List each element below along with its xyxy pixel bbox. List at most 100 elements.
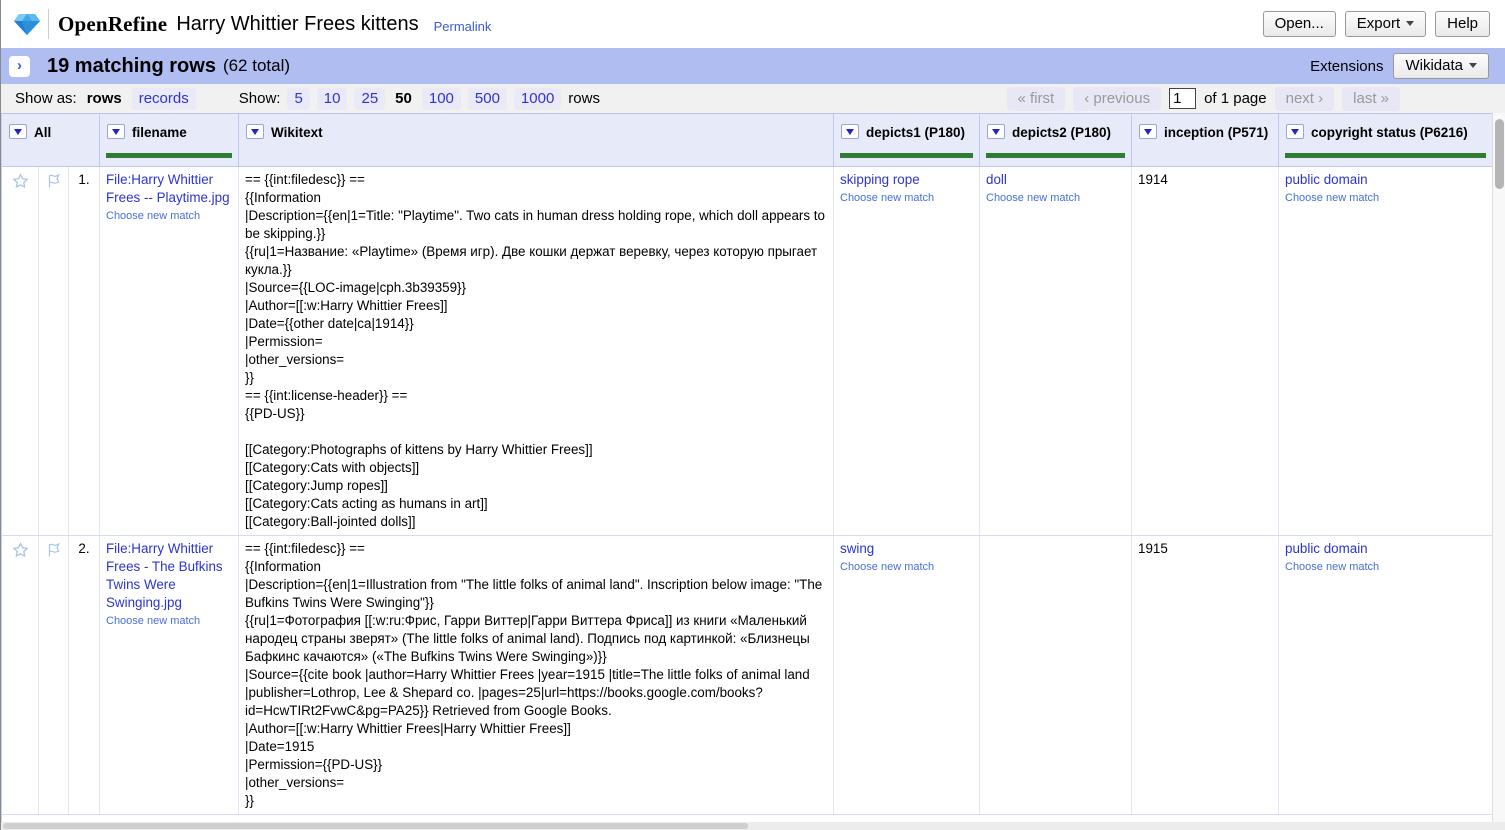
show-as-label: Show as:	[15, 90, 77, 107]
copyright-status-cell: public domain Choose new match	[1279, 536, 1492, 814]
star-icon[interactable]	[12, 173, 29, 194]
summary-bar: › 19 matching rows (62 total) Extensions…	[1, 48, 1505, 84]
vertical-scrollbar[interactable]	[1492, 113, 1505, 822]
choose-new-match-link[interactable]: Choose new match	[986, 191, 1125, 205]
total-rows-count: (62 total)	[223, 56, 290, 76]
depicts2-cell	[980, 536, 1132, 814]
choose-new-match-link[interactable]: Choose new match	[106, 209, 232, 223]
dropdown-caret-icon	[14, 129, 22, 135]
star-cell	[2, 536, 39, 814]
column-menu-button[interactable]	[107, 124, 125, 139]
page-number-input[interactable]	[1169, 88, 1196, 109]
next-page-button[interactable]: next ›	[1275, 87, 1335, 111]
project-title: Harry Whittier Frees kittens	[176, 13, 418, 36]
export-button[interactable]: Export	[1345, 11, 1426, 37]
column-header-inception: inception (P571)	[1132, 114, 1279, 167]
matched-value-link[interactable]: File:Harry Whittier Frees -- Playtime.jp…	[106, 171, 232, 207]
horizontal-scrollbar[interactable]	[1, 822, 1505, 830]
show-as-rows-selected: rows	[84, 88, 125, 110]
collapse-panel-button[interactable]: ›	[9, 56, 30, 77]
show-as-records-link[interactable]: records	[132, 88, 196, 110]
column-menu-button[interactable]	[1286, 124, 1304, 139]
wikitext-value: == {{int:filedesc}} == {{Information |De…	[245, 171, 827, 531]
help-button[interactable]: Help	[1435, 11, 1490, 37]
permalink-link[interactable]: Permalink	[434, 19, 492, 34]
page-count-label: of 1 page	[1204, 90, 1267, 107]
column-header-all: All	[2, 114, 100, 167]
matched-value-link[interactable]: public domain	[1285, 540, 1486, 558]
pagination: « first ‹ previous of 1 page next › last…	[1007, 87, 1400, 111]
reconciliation-progress-bar	[1285, 153, 1486, 158]
dropdown-caret-icon	[992, 129, 1000, 135]
last-page-button[interactable]: last »	[1342, 87, 1400, 111]
column-menu-button[interactable]	[841, 124, 859, 139]
flag-cell	[39, 536, 69, 814]
flag-cell	[39, 167, 69, 535]
column-header-depicts2: depicts2 (P180)	[980, 114, 1132, 167]
dropdown-caret-icon	[1291, 129, 1299, 135]
flag-icon[interactable]	[46, 542, 62, 563]
flag-icon[interactable]	[46, 173, 62, 194]
column-menu-button[interactable]	[1139, 124, 1157, 139]
copyright-status-cell: public domain Choose new match	[1279, 167, 1492, 535]
page-size-5[interactable]: 5	[287, 88, 309, 110]
page-size-10[interactable]: 10	[317, 88, 348, 110]
table-row: 2. File:Harry Whittier Frees - The Bufki…	[2, 536, 1492, 815]
matched-value-link[interactable]: File:Harry Whittier Frees - The Bufkins …	[106, 540, 232, 612]
column-menu-button[interactable]	[987, 124, 1005, 139]
matched-value-link[interactable]: public domain	[1285, 171, 1486, 189]
vertical-scrollbar-thumb[interactable]	[1495, 119, 1504, 189]
previous-page-button[interactable]: ‹ previous	[1073, 87, 1161, 111]
show-label: Show:	[239, 90, 281, 107]
dropdown-caret-icon	[112, 129, 120, 135]
open-button[interactable]: Open...	[1263, 11, 1336, 37]
wikitext-cell: == {{int:filedesc}} == {{Information |De…	[239, 167, 834, 535]
wikidata-extension-button[interactable]: Wikidata	[1393, 53, 1489, 79]
star-cell	[2, 167, 39, 535]
horizontal-scrollbar-thumb[interactable]	[3, 823, 748, 829]
filename-cell: File:Harry Whittier Frees - The Bufkins …	[100, 536, 239, 814]
openrefine-logo-icon	[14, 13, 40, 36]
choose-new-match-link[interactable]: Choose new match	[840, 560, 973, 574]
choose-new-match-link[interactable]: Choose new match	[1285, 560, 1486, 574]
column-menu-button[interactable]	[246, 124, 264, 139]
depicts1-cell: swing Choose new match	[834, 536, 980, 814]
dropdown-caret-icon	[1144, 129, 1152, 135]
choose-new-match-link[interactable]: Choose new match	[840, 191, 973, 205]
matched-value-link[interactable]: skipping rope	[840, 171, 973, 189]
dropdown-caret-icon	[846, 129, 854, 135]
inception-cell: 1914	[1132, 167, 1279, 535]
page-size-25[interactable]: 25	[354, 88, 385, 110]
wikitext-value: == {{int:filedesc}} == {{Information |De…	[245, 540, 827, 810]
page-size-500[interactable]: 500	[468, 88, 507, 110]
first-page-button[interactable]: « first	[1007, 87, 1066, 111]
filename-cell: File:Harry Whittier Frees -- Playtime.jp…	[100, 167, 239, 535]
column-header-row: All filename Wikitext depicts1 (P180) de…	[2, 114, 1492, 167]
choose-new-match-link[interactable]: Choose new match	[106, 614, 232, 628]
column-header-filename: filename	[100, 114, 239, 167]
matched-value-link[interactable]: swing	[840, 540, 973, 558]
matched-value-link[interactable]: doll	[986, 171, 1125, 189]
choose-new-match-link[interactable]: Choose new match	[1285, 191, 1486, 205]
chevron-down-icon	[1469, 63, 1477, 68]
extensions-label: Extensions	[1310, 58, 1383, 75]
depicts2-cell: doll Choose new match	[980, 167, 1132, 535]
matching-rows-count: 19 matching rows	[47, 55, 216, 78]
column-menu-button[interactable]	[9, 124, 27, 139]
page-size-1000[interactable]: 1000	[514, 88, 561, 110]
page-size-50-selected: 50	[392, 88, 415, 110]
page-size-100[interactable]: 100	[422, 88, 461, 110]
data-grid: All filename Wikitext depicts1 (P180) de…	[1, 113, 1492, 822]
reconciliation-progress-bar	[986, 153, 1125, 158]
chevron-down-icon	[1406, 21, 1414, 26]
row-index: 2.	[69, 536, 100, 814]
app-name: OpenRefine	[58, 12, 167, 37]
column-header-depicts1: depicts1 (P180)	[834, 114, 980, 167]
wikitext-cell: == {{int:filedesc}} == {{Information |De…	[239, 536, 834, 814]
reconciliation-progress-bar	[106, 153, 232, 158]
column-header-copyright-status: copyright status (P6216)	[1279, 114, 1492, 167]
rows-suffix-label: rows	[568, 90, 600, 107]
column-header-wikitext: Wikitext	[239, 114, 834, 167]
star-icon[interactable]	[12, 542, 29, 563]
depicts1-cell: skipping rope Choose new match	[834, 167, 980, 535]
